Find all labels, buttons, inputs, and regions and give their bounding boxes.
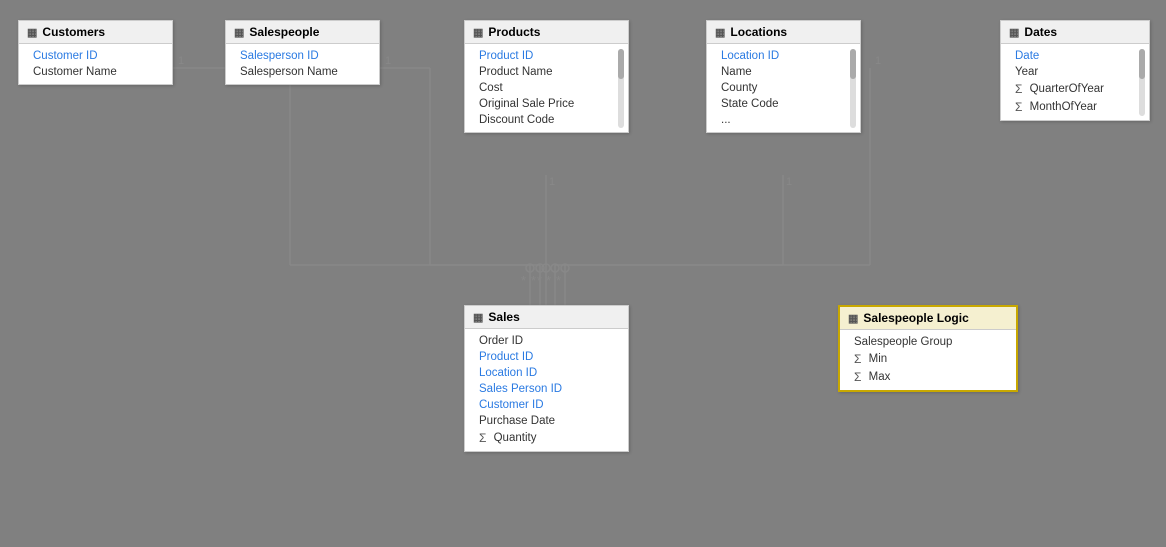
products-header: ▦ Products: [465, 21, 628, 44]
svg-text:1: 1: [549, 176, 555, 188]
svg-text:1: 1: [786, 176, 792, 188]
locations-field-4: ...: [707, 112, 860, 128]
products-table[interactable]: ▦ Products Product ID Product Name Cost …: [464, 20, 629, 133]
salespeople-table[interactable]: ▦ Salespeople Salesperson ID Salesperson…: [225, 20, 380, 85]
sales-table[interactable]: ▦ Sales Order ID Product ID Location ID …: [464, 305, 629, 452]
sales-field-1: Product ID: [465, 349, 628, 365]
products-table-icon: ▦: [473, 26, 483, 39]
products-field-3: Original Sale Price: [465, 96, 628, 112]
sales-field-5: Purchase Date: [465, 413, 628, 429]
diagram-canvas: 1 * 1 * 1 * 1 * 1 *: [0, 0, 1166, 547]
sales-title: Sales: [488, 310, 519, 324]
dates-title: Dates: [1024, 25, 1057, 39]
sigma-icon-2: Σ: [1015, 100, 1022, 114]
products-field-2: Cost: [465, 80, 628, 96]
salespeople-body: Salesperson ID Salesperson Name: [226, 44, 379, 84]
salespeople-field-0: Salesperson ID: [226, 48, 379, 64]
salespeople-table-icon: ▦: [234, 26, 244, 39]
salespeople-field-1: Salesperson Name: [226, 64, 379, 80]
dates-field-1: Year: [1001, 64, 1149, 80]
sigma-icon-1: Σ: [1015, 82, 1022, 96]
salespeople-logic-field-0: Salespeople Group: [840, 334, 1016, 350]
sales-field-6: Σ Quantity: [465, 429, 628, 447]
locations-scrollbar[interactable]: [850, 49, 856, 128]
locations-field-0: Location ID: [707, 48, 860, 64]
locations-field-2: County: [707, 80, 860, 96]
dates-field-3: Σ MonthOfYear: [1001, 98, 1149, 116]
sales-body: Order ID Product ID Location ID Sales Pe…: [465, 329, 628, 451]
products-title: Products: [488, 25, 540, 39]
dates-table-icon: ▦: [1009, 26, 1019, 39]
sales-field-0: Order ID: [465, 333, 628, 349]
sigma-icon-3: Σ: [479, 431, 486, 445]
dates-scrollbar-thumb: [1139, 49, 1145, 79]
salespeople-logic-body: Salespeople Group Σ Min Σ Max: [840, 330, 1016, 390]
sales-table-icon: ▦: [473, 311, 483, 324]
dates-header: ▦ Dates: [1001, 21, 1149, 44]
sigma-icon-4: Σ: [854, 352, 861, 366]
sales-field-2: Location ID: [465, 365, 628, 381]
products-field-0: Product ID: [465, 48, 628, 64]
salespeople-logic-field-1: Σ Min: [840, 350, 1016, 368]
dates-field-0: Date: [1001, 48, 1149, 64]
locations-table[interactable]: ▦ Locations Location ID Name County Stat…: [706, 20, 861, 133]
products-scrollbar-thumb: [618, 49, 624, 79]
sales-field-3: Sales Person ID: [465, 381, 628, 397]
salespeople-logic-header: ▦ Salespeople Logic: [840, 307, 1016, 330]
salespeople-logic-table-icon: ▦: [848, 312, 858, 325]
salespeople-header: ▦ Salespeople: [226, 21, 379, 44]
sales-field-4: Customer ID: [465, 397, 628, 413]
salespeople-title: Salespeople: [249, 25, 319, 39]
svg-text:*: *: [546, 273, 551, 288]
svg-text:*: *: [531, 273, 536, 288]
svg-text:1: 1: [875, 55, 881, 67]
products-field-1: Product Name: [465, 64, 628, 80]
locations-table-icon: ▦: [715, 26, 725, 39]
locations-field-3: State Code: [707, 96, 860, 112]
products-body: Product ID Product Name Cost Original Sa…: [465, 44, 628, 132]
locations-field-1: Name: [707, 64, 860, 80]
locations-title: Locations: [730, 25, 787, 39]
dates-table[interactable]: ▦ Dates Date Year Σ QuarterOfYear Σ Mont…: [1000, 20, 1150, 121]
svg-text:*: *: [521, 273, 526, 288]
sigma-icon-5: Σ: [854, 370, 861, 384]
dates-field-2: Σ QuarterOfYear: [1001, 80, 1149, 98]
customers-title: Customers: [42, 25, 105, 39]
salespeople-logic-title: Salespeople Logic: [863, 311, 968, 325]
customers-field-1: Customer Name: [19, 64, 172, 80]
products-scrollbar[interactable]: [618, 49, 624, 128]
dates-scrollbar[interactable]: [1139, 49, 1145, 116]
dates-body: Date Year Σ QuarterOfYear Σ MonthOfYear: [1001, 44, 1149, 120]
customers-table[interactable]: ▦ Customers Customer ID Customer Name: [18, 20, 173, 85]
products-field-4: Discount Code: [465, 112, 628, 128]
salespeople-logic-field-2: Σ Max: [840, 368, 1016, 386]
customers-header: ▦ Customers: [19, 21, 172, 44]
customers-field-0: Customer ID: [19, 48, 172, 64]
locations-body: Location ID Name County State Code ...: [707, 44, 860, 132]
customers-body: Customer ID Customer Name: [19, 44, 172, 84]
svg-text:1: 1: [178, 55, 184, 67]
salespeople-logic-table[interactable]: ▦ Salespeople Logic Salespeople Group Σ …: [838, 305, 1018, 392]
svg-text:*: *: [537, 273, 542, 288]
svg-text:1: 1: [385, 55, 391, 67]
sales-header: ▦ Sales: [465, 306, 628, 329]
svg-text:*: *: [556, 273, 561, 288]
locations-scrollbar-thumb: [850, 49, 856, 79]
customers-table-icon: ▦: [27, 26, 37, 39]
locations-header: ▦ Locations: [707, 21, 860, 44]
